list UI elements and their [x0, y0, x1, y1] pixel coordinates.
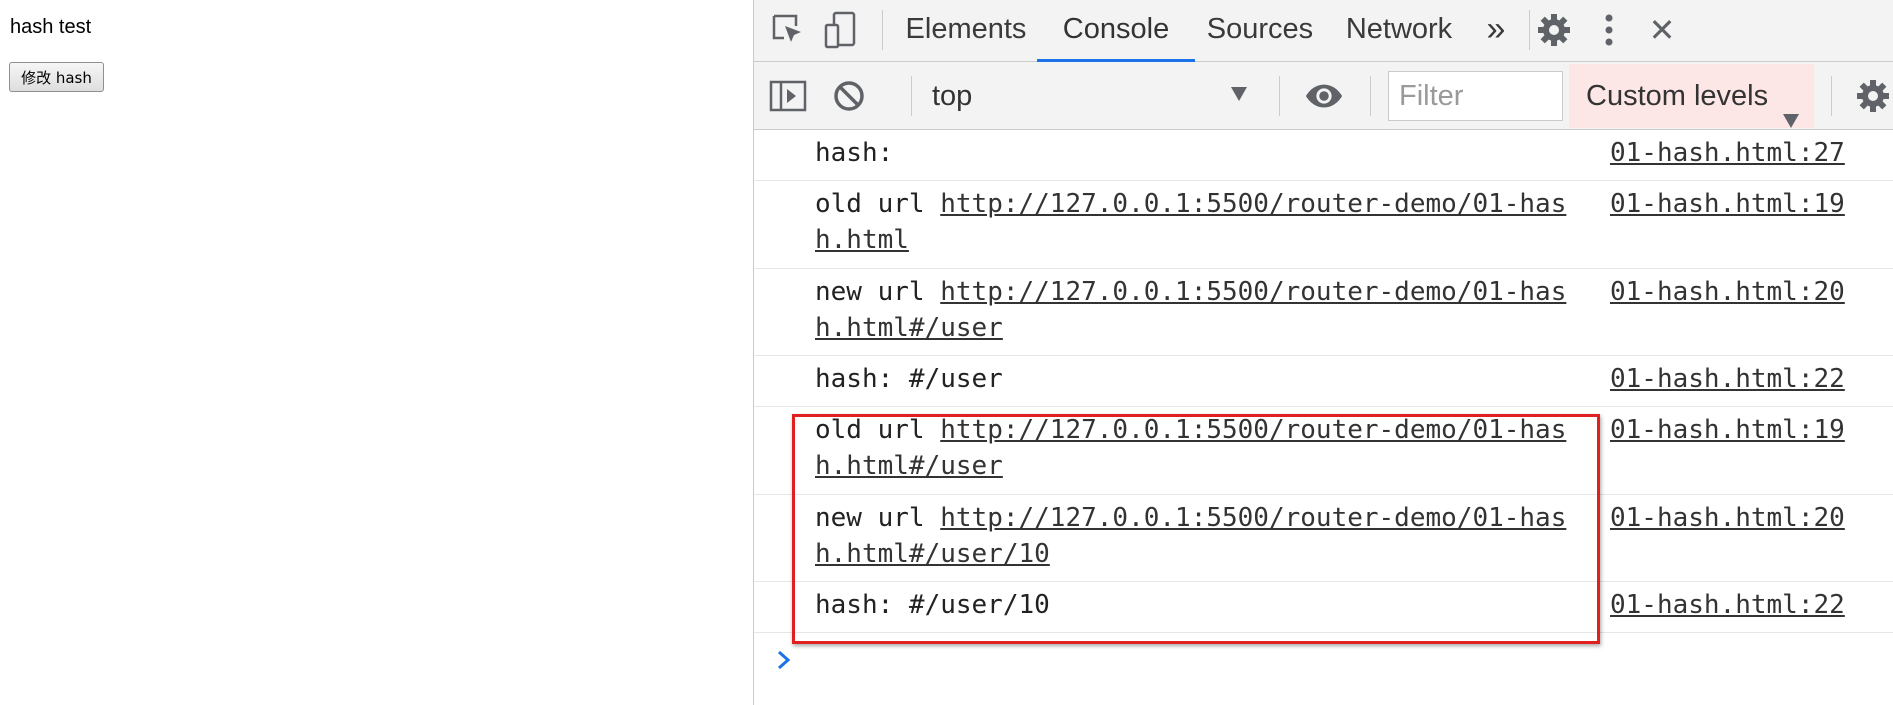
change-hash-button[interactable]: 修改 hash — [9, 62, 104, 92]
source-link[interactable]: 01-hash.html:20 — [1610, 274, 1845, 310]
tab-network[interactable]: Network — [1325, 0, 1473, 62]
source-link[interactable]: 01-hash.html:19 — [1610, 186, 1845, 222]
message-text: hash: #/user/10 — [815, 590, 1050, 620]
source-link[interactable]: 01-hash.html:20 — [1610, 500, 1845, 536]
chevron-down-icon[interactable] — [1230, 86, 1248, 107]
context-selector[interactable]: top — [932, 62, 972, 130]
console-message: new url http://127.0.0.1:5500/router-dem… — [754, 269, 1893, 356]
source-link[interactable]: 01-hash.html:22 — [1610, 587, 1845, 623]
tab-elements[interactable]: Elements — [895, 0, 1037, 62]
toolbar-divider — [1529, 10, 1530, 50]
console-message: hash: #/user/10 01-hash.html:22 — [754, 582, 1893, 633]
source-link[interactable]: 01-hash.html:19 — [1610, 412, 1845, 448]
tab-sources[interactable]: Sources — [1195, 0, 1325, 62]
more-tabs-icon[interactable]: » — [1476, 0, 1516, 62]
close-icon[interactable]: ✕ — [1642, 10, 1682, 50]
toolbar-divider — [1831, 76, 1832, 116]
console-message: old url http://127.0.0.1:5500/router-dem… — [754, 407, 1893, 495]
eye-icon[interactable] — [1304, 76, 1344, 116]
sidebar-toggle-icon[interactable] — [768, 76, 808, 116]
message-text: new url http://127.0.0.1:5500/router-dem… — [815, 277, 1567, 343]
device-toggle-icon[interactable] — [821, 10, 861, 50]
message-text: old url http://127.0.0.1:5500/router-dem… — [815, 189, 1567, 255]
filter-input[interactable]: Filter — [1388, 71, 1563, 121]
tab-console[interactable]: Console — [1037, 0, 1195, 62]
message-text: hash: — [815, 138, 894, 168]
gear-icon[interactable] — [1854, 76, 1893, 116]
source-link[interactable]: 01-hash.html:22 — [1610, 361, 1845, 397]
console-toolbar: top Filter Custom levels — [754, 62, 1893, 130]
console-message: old url http://127.0.0.1:5500/router-dem… — [754, 181, 1893, 269]
toolbar-divider — [882, 10, 883, 50]
console-message: hash: #/user 01-hash.html:22 — [754, 356, 1893, 407]
log-levels-label: Custom levels — [1586, 80, 1769, 112]
page-heading: hash test — [10, 16, 92, 38]
console-message: new url http://127.0.0.1:5500/router-dem… — [754, 495, 1893, 582]
message-text: old url http://127.0.0.1:5500/router-dem… — [815, 415, 1567, 481]
console-messages: hash: 01-hash.html:27 old url http://127… — [754, 130, 1893, 705]
clear-console-icon[interactable] — [829, 76, 869, 116]
toolbar-divider — [1370, 76, 1371, 116]
toolbar-divider — [911, 76, 912, 116]
source-link[interactable]: 01-hash.html:27 — [1610, 135, 1845, 171]
log-levels-dropdown[interactable]: Custom levels — [1569, 64, 1814, 128]
message-text: hash: #/user — [815, 364, 1003, 394]
gear-icon[interactable] — [1534, 10, 1574, 50]
inspect-icon[interactable] — [768, 10, 808, 50]
page-viewport: hash test 修改 hash — [0, 0, 753, 705]
message-text: new url http://127.0.0.1:5500/router-dem… — [815, 503, 1567, 569]
prompt-chevron-icon[interactable] — [777, 650, 791, 675]
console-message: hash: 01-hash.html:27 — [754, 130, 1893, 181]
kebab-menu-icon[interactable] — [1589, 10, 1629, 50]
devtools-panel: Elements Console Sources Network » ✕ top… — [753, 0, 1893, 705]
toolbar-divider — [1279, 76, 1280, 116]
devtools-tabbar: Elements Console Sources Network » ✕ — [754, 0, 1893, 62]
